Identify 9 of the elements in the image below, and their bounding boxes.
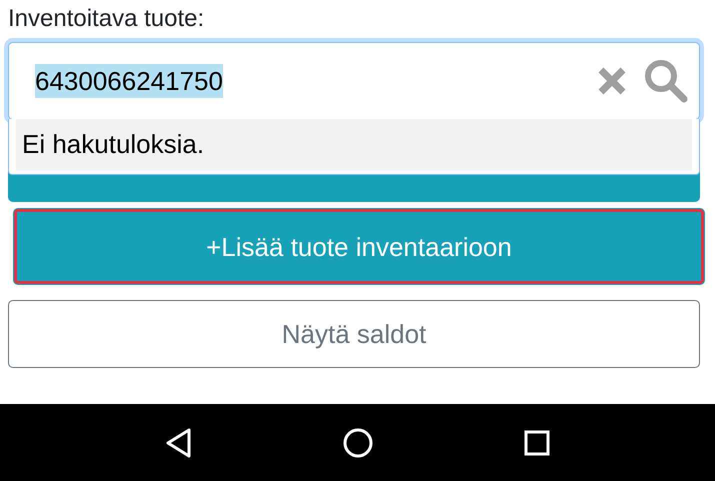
search-field[interactable]: 6430066241750 bbox=[8, 42, 700, 120]
no-results-message: Ei hakutuloksia. bbox=[16, 119, 692, 171]
show-balances-button[interactable]: Näytä saldot bbox=[8, 300, 700, 368]
field-label: Inventoitava tuote: bbox=[8, 4, 204, 34]
home-icon[interactable] bbox=[342, 426, 374, 458]
search-value: 6430066241750 bbox=[35, 64, 223, 98]
recents-icon[interactable] bbox=[522, 428, 551, 456]
search-icon[interactable] bbox=[643, 58, 689, 104]
add-product-button[interactable]: +Lisää tuote inventaarioon bbox=[13, 208, 705, 285]
